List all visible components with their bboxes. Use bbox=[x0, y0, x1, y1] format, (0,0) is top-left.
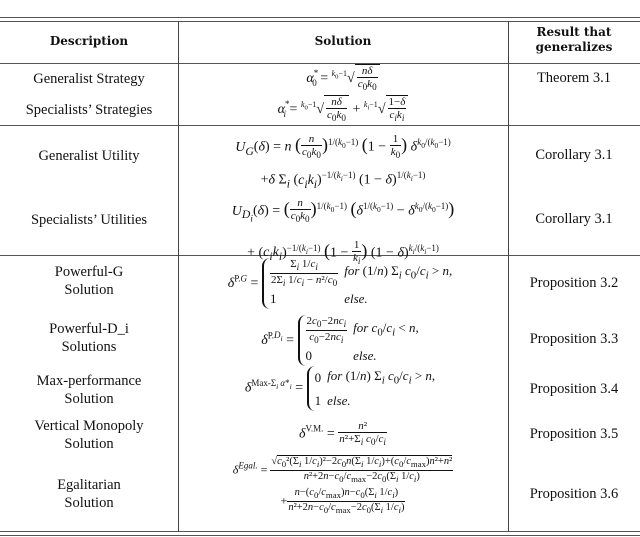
result-max-performance: Proposition 3.4 bbox=[529, 381, 619, 397]
result-generalist-utility: Corollary 3.1 bbox=[535, 147, 613, 163]
result-specialists-utilities: Corollary 3.1 bbox=[535, 211, 613, 227]
desc-powerful-g-line2: Solution bbox=[64, 282, 114, 298]
bottom-rule-outer bbox=[0, 535, 640, 536]
header-description: Description bbox=[49, 34, 129, 48]
solution-powerful-g: δP.G = Σi 1/ci 2Σi 1/ci − n²/c0 for (1/n) … bbox=[178, 258, 508, 310]
desc-powerful-g: Powerful-G Solution bbox=[0, 263, 178, 299]
solution-vertical-monopoly: δV.M. = n² n²+Σi c0/ci bbox=[299, 420, 387, 448]
desc-vertical-monopoly-line2: Solution bbox=[64, 436, 114, 452]
row-rule-1 bbox=[0, 125, 640, 126]
header-result-line1: Result that bbox=[536, 25, 612, 39]
desc-egalitarian: Egalitarian Solution bbox=[0, 476, 178, 512]
desc-vertical-monopoly-line1: Vertical Monopoly bbox=[34, 418, 144, 434]
desc-powerful-di-line2: Solutions bbox=[61, 339, 117, 355]
generalist-utility-line1: UG(δ) = n (n c0k0)1/(k0−1) (1 − 1 k0) δk0/… bbox=[235, 133, 451, 161]
desc-egalitarian-line2: Solution bbox=[64, 495, 114, 511]
desc-powerful-g-line1: Powerful-G bbox=[54, 264, 124, 280]
desc-generalist-utility: Generalist Utility bbox=[38, 148, 140, 164]
desc-max-performance-line2: Solution bbox=[64, 391, 114, 407]
desc-vertical-monopoly: Vertical Monopoly Solution bbox=[0, 417, 178, 453]
header-solution: Solution bbox=[314, 34, 372, 48]
header-result-line2: generalizes bbox=[535, 40, 613, 54]
solution-max-performance: δMax-Σi α*i = 0 for (1/n) Σi c0/ci > n, 1 e… bbox=[178, 366, 508, 411]
result-egalitarian: Proposition 3.6 bbox=[529, 486, 619, 502]
desc-powerful-di: Powerful-D_i Solutions bbox=[0, 320, 178, 356]
desc-max-performance: Max-performance Solution bbox=[0, 372, 178, 408]
solution-powerful-di: δP.Di = 2c0−2nci c0−2nci for c0/ci < n, 0 el… bbox=[178, 315, 508, 367]
result-strategies: Theorem 3.1 bbox=[536, 70, 612, 86]
solution-egalitarian: δEgal. = √c0²(Σi 1/ci)²−2c0n(Σi 1/ci)+(c… bbox=[178, 455, 508, 516]
result-vertical-monopoly: Proposition 3.5 bbox=[529, 426, 619, 442]
egalitarian-line2: + n−(c0/cmax)n−c0(Σi 1/ci) n²+2n−c0/cmax−2… bbox=[280, 487, 406, 516]
specialists-utility-line1: UDi(δ) = (n c0k0)1/(k0−1) (δ1/(k0−1) − δk… bbox=[231, 197, 455, 225]
desc-specialists-utilities: Specialists’ Utilities bbox=[30, 212, 148, 228]
desc-max-performance-line1: Max-performance bbox=[36, 373, 142, 389]
result-powerful-di: Proposition 3.3 bbox=[529, 331, 619, 347]
desc-egalitarian-line1: Egalitarian bbox=[57, 477, 121, 493]
solution-generalist-strategy: α*0 = k0−1√ nδ c0k0 bbox=[178, 64, 508, 93]
desc-specialists-strategies: Specialists’ Strategies bbox=[25, 102, 153, 118]
header-result: Result that generalizes bbox=[508, 25, 640, 55]
desc-generalist-strategy: Generalist Strategy bbox=[33, 71, 145, 87]
egalitarian-line1: δEgal. = √c0²(Σi 1/ci)²−2c0n(Σi 1/ci)+(c… bbox=[232, 455, 454, 485]
result-powerful-g: Proposition 3.2 bbox=[529, 275, 619, 291]
row-strategies-description: Generalist Strategy Specialists’ Strateg… bbox=[0, 70, 178, 119]
desc-powerful-di-line1: Powerful-D_i bbox=[49, 321, 129, 337]
bottom-rule-inner bbox=[0, 531, 640, 532]
top-rule-outer bbox=[0, 17, 640, 18]
solution-specialists-strategies: α*i = k0−1√ nδ c0k0 + ki−1√ 1−δ ciki bbox=[178, 95, 508, 124]
solution-generalist-utility: UG(δ) = n (n c0k0)1/(k0−1) (1 − 1 k0) δk0/… bbox=[178, 130, 508, 197]
top-rule-inner bbox=[0, 21, 640, 22]
